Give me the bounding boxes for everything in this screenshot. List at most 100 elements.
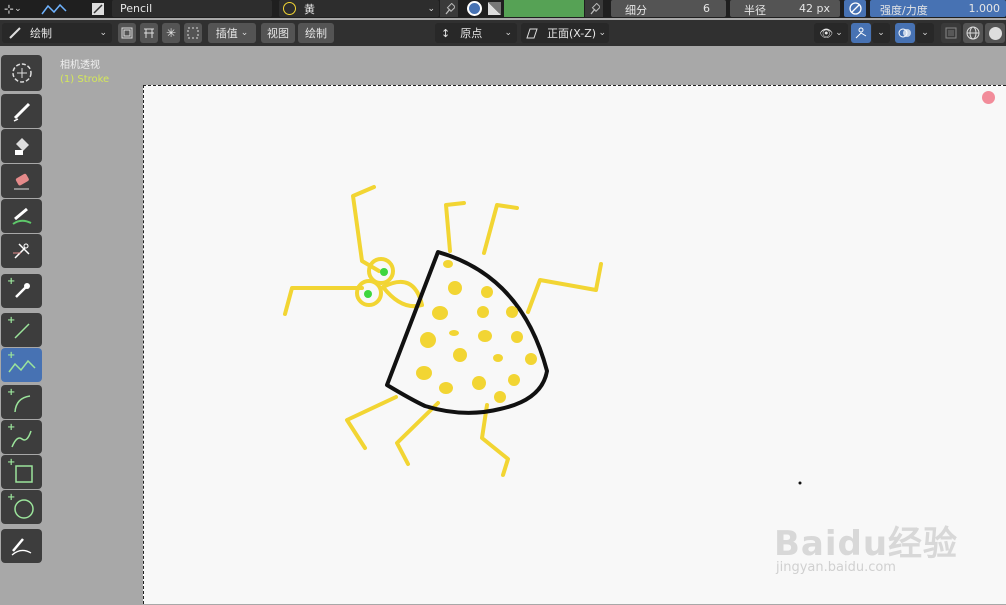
strength-label: 强度/力度: [880, 4, 928, 17]
eye-icon: 👁: [819, 26, 834, 40]
annotate-tool[interactable]: [1, 529, 42, 563]
active-object-label: (1) Stroke: [60, 74, 110, 85]
visibility-selector[interactable]: 👁 ⌄: [814, 23, 848, 43]
polyline-icon: [41, 3, 67, 14]
pencil-icon: [13, 102, 30, 122]
chevron-down-icon: ⌄: [99, 28, 107, 38]
interpolate-menu[interactable]: 插值 ⌄: [208, 23, 256, 43]
leg-bottom-left: [345, 395, 398, 450]
eye-pupil-top: [380, 268, 388, 276]
cursor-tool[interactable]: [1, 55, 42, 91]
pin-icon[interactable]: [440, 0, 458, 17]
plane-label: 正面(X-Z): [547, 27, 597, 40]
color-mode-icon[interactable]: [464, 0, 484, 17]
radius-label: 半径: [744, 4, 766, 17]
tool-settings-menu[interactable]: ⊹ ⌄: [4, 0, 34, 17]
pressure-icon[interactable]: [844, 0, 866, 17]
brush-name: Pencil: [120, 2, 153, 15]
chevron-down-icon: ⌄: [240, 28, 249, 38]
chevron-down-icon: ⌄: [504, 28, 512, 38]
chevron-down-icon: ⌄: [921, 28, 929, 38]
wireframe-shading-icon[interactable]: [963, 23, 983, 43]
gizmo-dropdown[interactable]: ⌄: [872, 23, 890, 43]
plus-icon: +: [7, 276, 16, 287]
leg-right: [526, 262, 603, 314]
polyline-tool-indicator[interactable]: [40, 0, 74, 17]
eyedropper-tool[interactable]: +: [1, 274, 42, 308]
tint-brush-icon: [11, 207, 31, 225]
subdivision-value: 6: [703, 2, 710, 15]
material-name: 黄: [304, 2, 315, 16]
brush-icon[interactable]: [88, 0, 108, 17]
tool-settings-bar: ⊹ ⌄ Pencil 黄 ⌄ 细分 6 半径 42 px 强度/力度 1.000: [0, 0, 1006, 18]
interpolate-label: 插值: [215, 27, 238, 40]
leg-bottom-right: [480, 403, 510, 477]
plus-icon: +: [7, 387, 16, 398]
eye-pupil-bottom: [364, 290, 372, 298]
grease-pencil-mode-icon: ⊹: [4, 1, 15, 16]
stray-dot: [798, 481, 802, 485]
chevron-down-icon: ⌄: [427, 3, 435, 14]
xray-icon[interactable]: [941, 23, 961, 43]
chevron-down-icon: ⌄: [14, 3, 22, 14]
draw-tool[interactable]: [1, 94, 42, 128]
pin-icon[interactable]: [585, 0, 603, 17]
antenna-top-right: [482, 203, 519, 255]
plus-icon: +: [7, 315, 16, 326]
brush-name-field[interactable]: Pencil: [112, 0, 272, 17]
curve-tool[interactable]: +: [1, 420, 42, 454]
cutter-tool[interactable]: [1, 234, 42, 268]
circle-tool[interactable]: +: [1, 490, 42, 524]
drawing-canvas[interactable]: Baidu经验 jingyan.baidu.com: [143, 85, 1006, 604]
guides-icon[interactable]: [140, 23, 158, 43]
head-shape: [381, 280, 424, 309]
scissors-icon: [12, 243, 30, 259]
subdivision-field[interactable]: 细分 6: [611, 0, 726, 17]
plus-icon: +: [7, 457, 16, 468]
select-icon[interactable]: [184, 23, 202, 43]
chevron-down-icon: ⌄: [877, 28, 885, 38]
multiframe-icon[interactable]: [118, 23, 136, 43]
body-outline: [385, 250, 549, 415]
solid-shading-icon[interactable]: [985, 23, 1005, 43]
mode-selector[interactable]: 绘制 ⌄: [2, 23, 112, 43]
color-swatch[interactable]: [504, 0, 584, 17]
draw-label: 绘制: [305, 27, 327, 40]
polyline-tool[interactable]: +: [1, 348, 42, 382]
draw-menu[interactable]: 绘制: [298, 23, 334, 43]
chevron-down-icon: ⌄: [598, 28, 606, 38]
body-spots: [416, 260, 537, 403]
strength-value: 1.000: [968, 2, 1001, 15]
drawing-plane-selector[interactable]: 正面(X-Z) ⌄: [521, 23, 609, 43]
viewport-header: 绘制 ⌄ ✳ 插值 ⌄ 视图 绘制 ↕ 原点 ⌄ 正面(X-Z) ⌄ 👁 ⌄ ⌄: [0, 20, 1006, 46]
gizmo-icon[interactable]: [851, 23, 871, 43]
overlay-dropdown[interactable]: ⌄: [916, 23, 934, 43]
line-tool[interactable]: +: [1, 313, 42, 347]
tint-tool[interactable]: [1, 199, 42, 233]
erase-tool[interactable]: [1, 164, 42, 198]
strength-field[interactable]: 强度/力度 1.000: [870, 0, 1006, 17]
stroke-placement-selector[interactable]: ↕ 原点 ⌄: [435, 23, 517, 43]
bucket-icon: [14, 138, 29, 155]
box-tool[interactable]: +: [1, 455, 42, 489]
material-circle-icon: [283, 2, 296, 15]
fill-tool[interactable]: [1, 129, 42, 163]
leg-bottom-middle: [395, 401, 440, 466]
chevron-down-icon: ⌄: [835, 28, 843, 38]
material-selector[interactable]: 黄 ⌄: [279, 0, 439, 17]
view-menu[interactable]: 视图: [261, 23, 295, 43]
texture-icon[interactable]: [485, 0, 503, 17]
pencil-icon: [9, 27, 21, 39]
overlay-icon[interactable]: [895, 23, 915, 43]
snap-icon[interactable]: ✳: [162, 23, 180, 43]
radius-field[interactable]: 半径 42 px: [730, 0, 840, 17]
annotate-icon: [11, 538, 31, 556]
arc-tool[interactable]: +: [1, 385, 42, 419]
plus-icon: +: [7, 422, 16, 433]
mode-label: 绘制: [30, 27, 52, 40]
watermark-brand: Baidu经验: [774, 524, 959, 564]
eraser-icon: [13, 173, 29, 190]
view-label: 视图: [267, 27, 289, 40]
plus-icon: +: [7, 350, 16, 361]
radius-value: 42 px: [799, 2, 830, 15]
